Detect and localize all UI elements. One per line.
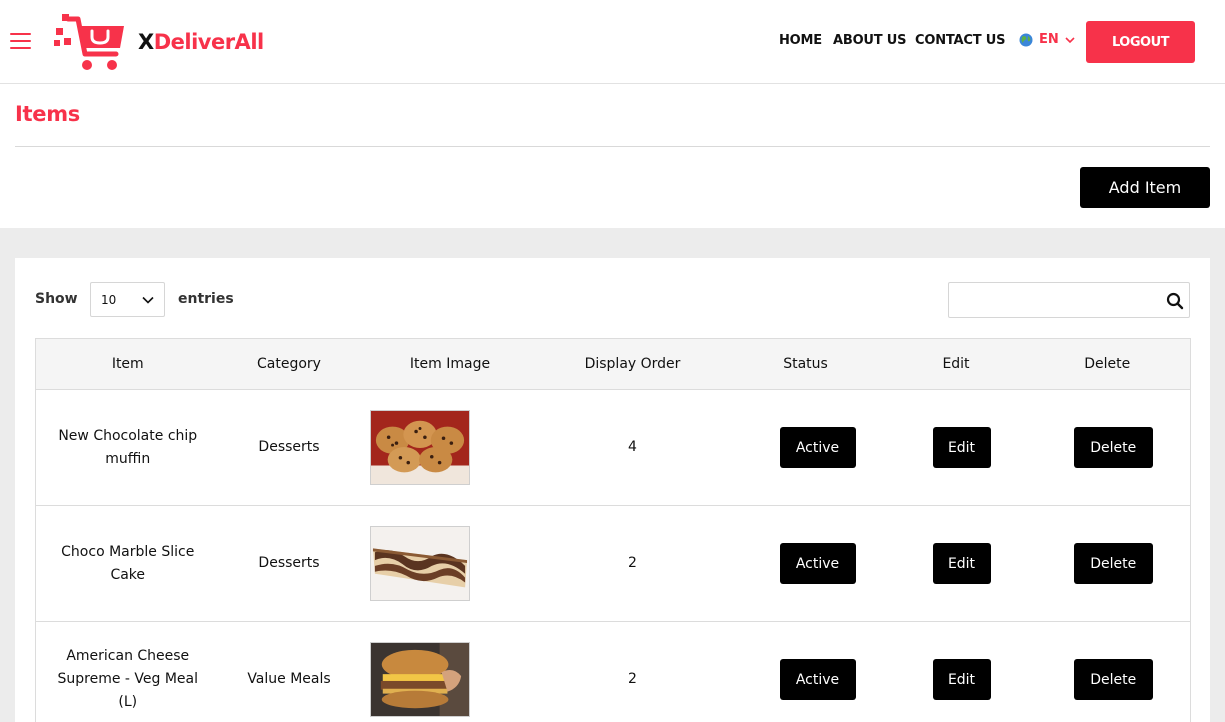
page-title: Items (15, 102, 80, 126)
nav-home[interactable]: HOME (779, 33, 822, 48)
item-name: Choco Marble Slice Cake (61, 543, 195, 583)
status-cell: Active (723, 389, 888, 506)
language-code: EN (1039, 32, 1059, 47)
search-icon[interactable] (1166, 292, 1184, 310)
logout-button[interactable]: LOGOUT (1086, 21, 1195, 63)
edit-cell: Edit (887, 505, 1025, 622)
top-header: XDeliverAll HOME ABOUT US CONTACT US EN … (0, 0, 1225, 84)
chevron-down-icon (142, 296, 154, 304)
edit-button[interactable]: Edit (932, 543, 991, 584)
add-item-button[interactable]: Add Item (1080, 167, 1210, 208)
items-table: Item Category Item Image Display Order S… (35, 338, 1191, 722)
language-selector[interactable]: EN (1019, 32, 1075, 47)
nav-about-us[interactable]: ABOUT US (833, 33, 906, 48)
search-input[interactable] (955, 289, 1155, 311)
category-cell: Desserts (219, 389, 359, 506)
table-row: American Cheese Supreme - Veg Meal (L) V… (35, 621, 1191, 722)
delete-button[interactable]: Delete (1073, 543, 1153, 584)
nav-contact-us[interactable]: CONTACT US (915, 33, 1005, 48)
search-box (948, 282, 1190, 318)
item-image-cell (358, 621, 542, 722)
table-header-row: Item Category Item Image Display Order S… (35, 338, 1191, 390)
edit-button[interactable]: Edit (932, 427, 991, 468)
item-name-cell: American Cheese Supreme - Veg Meal (L) (35, 621, 220, 722)
column-header-item[interactable]: Item (35, 338, 220, 390)
display-order-cell: 4 (541, 389, 724, 506)
item-image-muffins (369, 410, 470, 485)
delete-cell: Delete (1024, 621, 1191, 722)
entries-per-page-select[interactable]: 10 (90, 282, 165, 317)
item-name-cell: New Chocolate chip muffin (35, 389, 220, 506)
delete-cell: Delete (1024, 505, 1191, 622)
brand-x: X (138, 30, 154, 54)
column-header-display-order[interactable]: Display Order (541, 338, 724, 390)
item-name: American Cheese Supreme - Veg Meal (L) (57, 648, 198, 710)
item-image-burger (369, 642, 470, 717)
entries-value: 10 (101, 293, 117, 307)
column-header-edit[interactable]: Edit (887, 338, 1025, 390)
edit-cell: Edit (887, 389, 1025, 506)
hamburger-menu-icon[interactable] (10, 33, 31, 49)
category-cell: Desserts (219, 505, 359, 622)
show-label: Show (35, 291, 78, 307)
display-order-cell: 2 (541, 505, 724, 622)
table-row: Choco Marble Slice Cake Desserts 2 Activ… (35, 505, 1191, 622)
entries-label: entries (178, 291, 234, 307)
edit-button[interactable]: Edit (932, 659, 991, 700)
column-header-item-image[interactable]: Item Image (358, 338, 542, 390)
title-divider (15, 146, 1210, 147)
column-header-category[interactable]: Category (219, 338, 359, 390)
globe-icon (1019, 33, 1033, 46)
item-image-marble-cake (369, 526, 470, 601)
item-name: New Chocolate chip muffin (58, 427, 198, 467)
display-order-cell: 2 (541, 621, 724, 722)
status-cell: Active (723, 505, 888, 622)
delete-button[interactable]: Delete (1073, 659, 1153, 700)
category-cell: Value Meals (219, 621, 359, 722)
chevron-down-icon (1065, 36, 1075, 43)
item-name-cell: Choco Marble Slice Cake (35, 505, 220, 622)
column-header-delete[interactable]: Delete (1024, 338, 1191, 390)
brand-name[interactable]: XDeliverAll (138, 30, 264, 54)
delete-button[interactable]: Delete (1073, 427, 1153, 468)
status-active-button[interactable]: Active (779, 427, 856, 468)
status-active-button[interactable]: Active (779, 659, 856, 700)
table-row: New Chocolate chip muffin Desserts 4 Act… (35, 389, 1191, 506)
column-header-status[interactable]: Status (723, 338, 888, 390)
edit-cell: Edit (887, 621, 1025, 722)
cart-logo-icon[interactable] (54, 14, 128, 72)
item-image-cell (358, 389, 542, 506)
status-cell: Active (723, 621, 888, 722)
delete-cell: Delete (1024, 389, 1191, 506)
item-image-cell (358, 505, 542, 622)
brand-rest: DeliverAll (153, 30, 265, 54)
status-active-button[interactable]: Active (779, 543, 856, 584)
